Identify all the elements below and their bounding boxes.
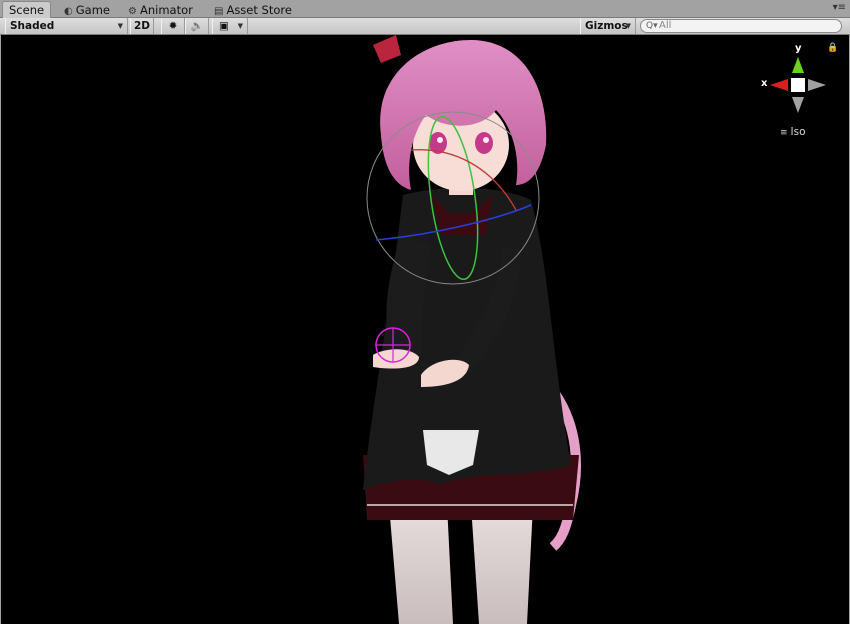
- lock-icon[interactable]: 🔒: [827, 43, 838, 53]
- tab-asset-store[interactable]: ▤ Asset Store: [208, 2, 298, 18]
- draw-mode-dropdown[interactable]: Shaded ▼: [5, 18, 128, 34]
- light-icon: ✹: [168, 20, 178, 32]
- tab-animator[interactable]: ⚙ Animator: [122, 2, 199, 18]
- tab-animator-label: Animator: [139, 3, 193, 17]
- gizmo-y-cone[interactable]: [792, 57, 804, 73]
- scene-search-input[interactable]: Q▾ All: [640, 19, 842, 33]
- chevron-down-icon: ▼: [117, 22, 123, 30]
- gizmo-x-label: x: [761, 78, 768, 89]
- panel-menu-icon[interactable]: ▾≡: [833, 2, 846, 13]
- image-effects-icon: ▣: [219, 20, 229, 32]
- gizmos-label: Gizmos: [585, 20, 628, 32]
- 2d-label: 2D: [133, 20, 151, 32]
- projection-label: Iso: [790, 126, 806, 138]
- 2d-toggle-button[interactable]: 2D: [130, 18, 154, 34]
- search-icon: Q▾: [646, 21, 658, 31]
- tab-game-label: Game: [75, 3, 110, 17]
- projection-toggle[interactable]: ≡ Iso: [780, 126, 806, 138]
- scene-render: [363, 35, 826, 624]
- draw-mode-label: Shaded: [10, 20, 55, 32]
- character-right-leg: [471, 505, 533, 624]
- tab-scene[interactable]: Scene: [2, 1, 52, 19]
- gizmo-x-cone[interactable]: [770, 79, 788, 91]
- scene-audio-button[interactable]: 🔈: [185, 18, 209, 34]
- scene-toolbar: Shaded ▼ 2D ✹ 🔈 ▣ ▼ Gizmos ▼ Q▾ All: [0, 18, 850, 35]
- search-placeholder: All: [659, 20, 672, 31]
- character-right-eye: [475, 132, 493, 154]
- gizmos-dropdown[interactable]: Gizmos ▼: [580, 18, 636, 34]
- gizmo-neg-y-cone[interactable]: [792, 97, 804, 113]
- window-tab-bar: Scene ◐ Game ⚙ Animator ▤ Asset Store ▾≡: [0, 0, 850, 19]
- eye-highlight: [483, 137, 489, 143]
- gizmo-neg-x-cone[interactable]: [808, 79, 826, 91]
- scene-lighting-button[interactable]: ✹: [161, 18, 185, 34]
- tab-asset-store-label: Asset Store: [226, 3, 292, 17]
- scene-orientation-gizmo[interactable]: [770, 57, 826, 113]
- chevron-down-icon: ▼: [625, 22, 631, 30]
- gizmo-y-label: y: [795, 43, 802, 54]
- tab-scene-label: Scene: [9, 3, 45, 17]
- character-left-leg: [389, 505, 453, 624]
- gizmo-center-cube[interactable]: [791, 78, 805, 92]
- projection-icon: ≡: [780, 128, 788, 138]
- audio-icon: 🔈: [190, 20, 204, 32]
- tab-game[interactable]: ◐ Game: [58, 2, 116, 18]
- chevron-down-icon: ▼: [237, 22, 243, 30]
- effects-dropdown[interactable]: ▣ ▼: [212, 18, 248, 34]
- eye-highlight: [437, 137, 443, 143]
- scene-viewport[interactable]: y x 🔒 ≡ Iso: [1, 35, 849, 624]
- character-hair-ribbon: [373, 35, 401, 63]
